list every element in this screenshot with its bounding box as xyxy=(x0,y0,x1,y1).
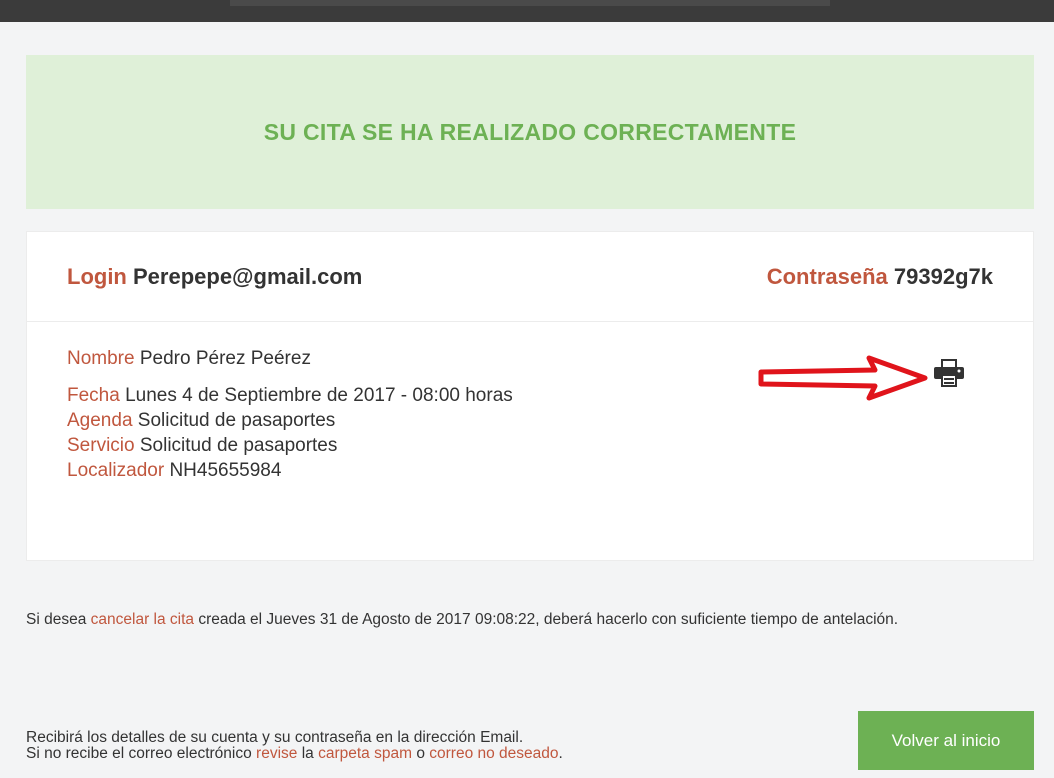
email-note-line1: Recibirá los detalles de su cuenta y su … xyxy=(26,729,524,746)
cancel-appointment-link[interactable]: cancelar la cita xyxy=(91,611,194,628)
password-value: 79392g7k xyxy=(893,264,993,289)
agenda-row: Agenda Solicitud de pasaportes xyxy=(67,408,513,433)
appointment-details: Nombre Pedro Pérez Peérez Fecha Lunes 4 … xyxy=(67,346,513,483)
login-value: Perepepe@gmail.com xyxy=(133,264,363,289)
name-label: Nombre xyxy=(67,348,135,369)
annotation-arrow-icon xyxy=(758,355,928,401)
email-note-mid1: la xyxy=(297,745,319,762)
back-home-button[interactable]: Volver al inicio xyxy=(858,711,1034,770)
top-bar-text-fragment xyxy=(230,0,830,6)
name-row: Nombre Pedro Pérez Peérez xyxy=(67,346,513,371)
service-label: Servicio xyxy=(67,435,135,456)
spam-folder-link[interactable]: carpeta spam xyxy=(318,745,412,762)
locator-row: Localizador NH45655984 xyxy=(67,458,513,483)
email-note-line2: Si no recibe el correo electrónico revis… xyxy=(26,746,826,762)
cancel-note-suffix: creada el Jueves 31 de Agosto de 2017 09… xyxy=(194,611,899,628)
junk-mail-link[interactable]: correo no deseado xyxy=(429,745,558,762)
revise-link[interactable]: revise xyxy=(256,745,297,762)
page-content: SU CITA SE HA REALIZADO CORRECTAMENTE Lo… xyxy=(0,22,1054,778)
agenda-value: Solicitud de pasaportes xyxy=(137,410,336,431)
email-note-prefix: Si no recibe el correo electrónico xyxy=(26,745,257,762)
cancel-note: Si desea cancelar la cita creada el Juev… xyxy=(26,612,1036,628)
name-value: Pedro Pérez Peérez xyxy=(139,348,311,369)
login-info: Login Perepepe@gmail.com xyxy=(67,264,362,290)
date-row: Fecha Lunes 4 de Septiembre de 2017 - 08… xyxy=(67,383,513,408)
date-label: Fecha xyxy=(67,385,120,406)
service-value: Solicitud de pasaportes xyxy=(139,435,338,456)
credentials-header: Login Perepepe@gmail.com Contraseña 7939… xyxy=(27,232,1033,322)
agenda-label: Agenda xyxy=(67,410,133,431)
success-banner: SU CITA SE HA REALIZADO CORRECTAMENTE xyxy=(26,55,1034,209)
top-bar xyxy=(0,0,1054,23)
email-note-mid2: o xyxy=(412,745,430,762)
locator-label: Localizador xyxy=(67,460,165,481)
appointment-card: Login Perepepe@gmail.com Contraseña 7939… xyxy=(26,231,1034,561)
service-row: Servicio Solicitud de pasaportes xyxy=(67,433,513,458)
email-note: Recibirá los detalles de su cuenta y su … xyxy=(26,730,826,762)
login-label: Login xyxy=(67,264,127,289)
cancel-note-prefix: Si desea xyxy=(26,611,91,628)
locator-value: NH45655984 xyxy=(169,460,282,481)
date-value: Lunes 4 de Septiembre de 2017 - 08:00 ho… xyxy=(125,385,513,406)
password-info: Contraseña 79392g7k xyxy=(767,264,993,290)
email-note-end: . xyxy=(558,745,563,762)
print-icon[interactable] xyxy=(932,358,966,388)
password-label: Contraseña xyxy=(766,264,888,289)
success-title: SU CITA SE HA REALIZADO CORRECTAMENTE xyxy=(263,118,797,145)
